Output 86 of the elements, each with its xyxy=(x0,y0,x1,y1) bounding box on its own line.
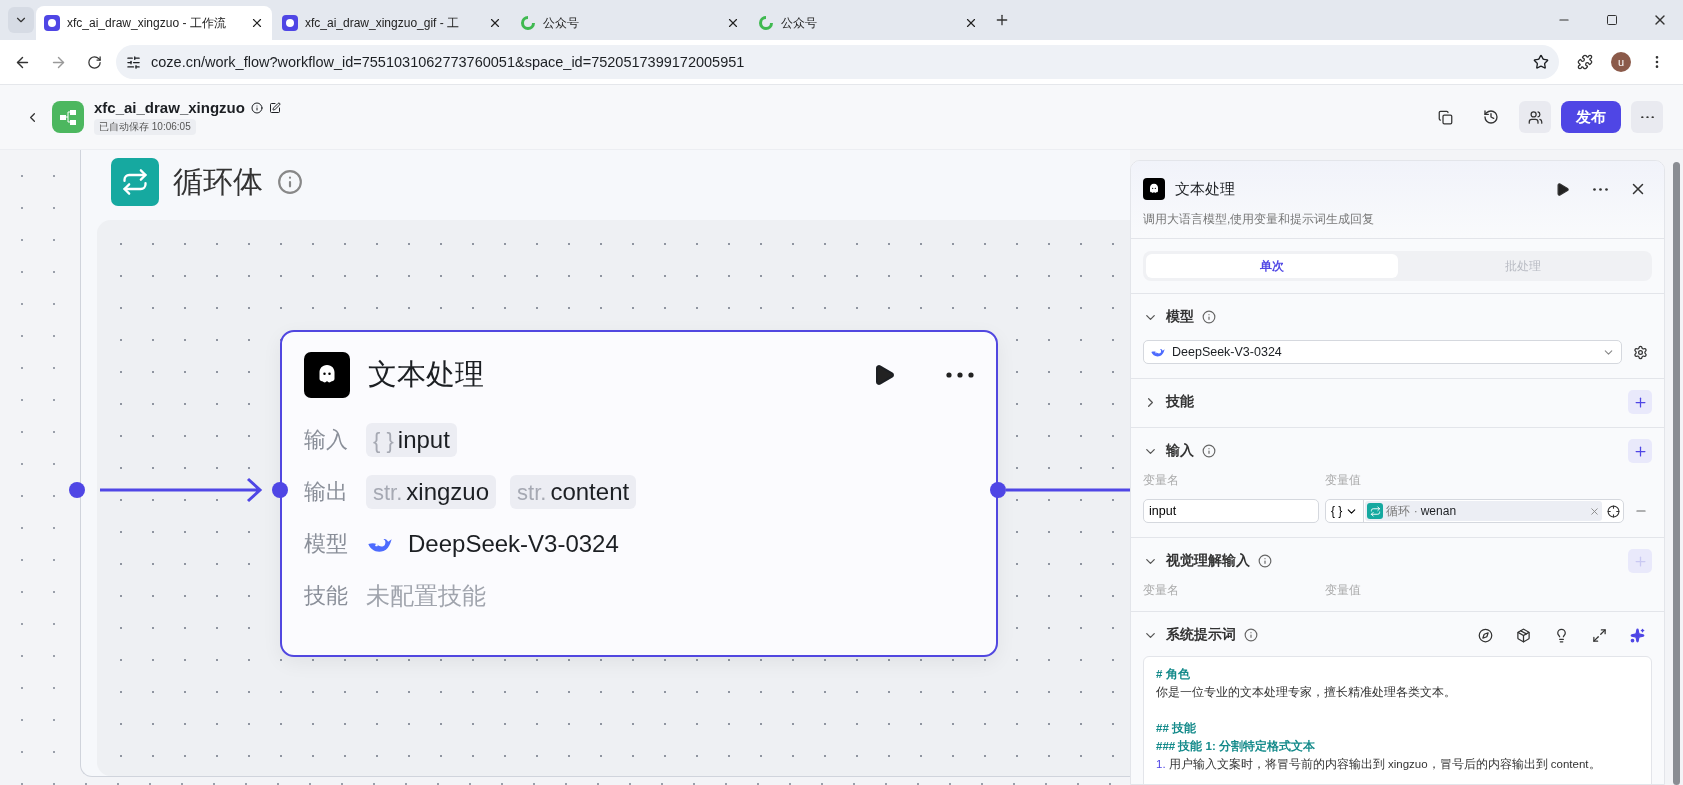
variable-value-field[interactable]: { } 循环 · wenan xyxy=(1325,499,1624,523)
model-select[interactable]: DeepSeek-V3-0324 xyxy=(1143,340,1622,364)
collaborators-button[interactable] xyxy=(1519,101,1551,133)
users-icon xyxy=(1527,109,1543,125)
bookmark-icon xyxy=(1533,54,1549,70)
prompt-list-item: 1. 用户输入文案时，将冒号前的内容输出到 xingzuo，冒号后的内容输出到 content。 xyxy=(1156,757,1602,772)
loop-title: 循环体 xyxy=(173,163,263,200)
section-title: 输入 xyxy=(1166,442,1194,460)
browser-tab[interactable]: 公众号 xyxy=(512,6,748,40)
column-label: 变量名 xyxy=(1143,472,1180,489)
loop-icon xyxy=(111,158,159,206)
plus-icon xyxy=(1632,553,1648,569)
variable-name-field[interactable]: input xyxy=(1143,499,1319,523)
row-label: 输入 xyxy=(304,426,349,454)
empty-value: 未配置技能 xyxy=(366,581,486,611)
variable-tag: { } input xyxy=(366,423,457,457)
swirl-icon xyxy=(758,15,774,31)
mode-tab[interactable]: 单次 xyxy=(1146,254,1398,278)
column-label: 变量值 xyxy=(1325,582,1362,599)
prompt-text: 你是一位专业的文本处理专家，擅长精准处理各类文本。 xyxy=(1156,685,1457,700)
section-title: 视觉理解输入 xyxy=(1166,552,1250,570)
more-icon xyxy=(1592,187,1608,191)
model-name: DeepSeek-V3-0324 xyxy=(408,530,619,558)
column-label: 变量名 xyxy=(1143,582,1180,599)
browser-tab[interactable]: xfc_ai_draw_xingzuo_gif - 工 xyxy=(274,6,510,40)
maximize-icon xyxy=(1606,14,1618,26)
edit-icon xyxy=(268,101,281,114)
browser-tab[interactable]: xfc_ai_draw_xingzuo - 工作流 xyxy=(36,6,272,40)
plus-icon xyxy=(1632,394,1648,410)
add-button[interactable] xyxy=(1628,439,1652,463)
variable-tag: str. content xyxy=(510,475,637,509)
panel-title: 文本处理 xyxy=(1175,179,1236,199)
node-title: 文本处理 xyxy=(368,357,485,392)
browser-tab[interactable]: 公众号 xyxy=(750,6,986,40)
node-card[interactable]: 文本处理 输入 { } input 输出 str. xingzuo str. content 模型 DeepSeek-V3-0324 技能 未配置技能 xyxy=(280,330,998,657)
column-label: 变量值 xyxy=(1325,472,1362,489)
workflow-title: xfc_ai_draw_xingzuo xyxy=(94,99,245,116)
prompt-heading: ## 技能 xyxy=(1156,721,1197,736)
section-title: 模型 xyxy=(1166,308,1194,326)
info-icon xyxy=(277,169,303,195)
sparkles-icon xyxy=(1629,627,1645,643)
close-icon[interactable] xyxy=(964,16,978,30)
scrollbar[interactable] xyxy=(1673,162,1680,785)
plus-icon xyxy=(994,12,1010,28)
play-icon xyxy=(1554,181,1570,197)
variable-tag: str. xingzuo xyxy=(366,475,497,509)
prompt-editor[interactable]: # 角色 你是一位专业的文本处理专家，擅长精准处理各类文本。 ## 技能 ### 技能 1: 分割特定格式文本 1. 用户输入文案时，将冒号前的内容输出到 xingzuo，冒号后的内容输出到 content。 xyxy=(1143,656,1652,784)
row-label: 模型 xyxy=(304,530,349,558)
site-settings-icon xyxy=(126,54,141,70)
app-icon xyxy=(282,15,298,31)
app-icon xyxy=(44,15,60,31)
plus-icon xyxy=(1632,443,1648,459)
puzzle-icon xyxy=(1577,54,1593,70)
compass-icon xyxy=(1477,627,1493,643)
address-bar[interactable]: coze.cn/work_flow?workflow_id=7551031062773760051&space_id=7520517399172005951 xyxy=(116,45,1559,79)
swirl-icon xyxy=(520,15,536,31)
close-icon[interactable] xyxy=(726,16,740,30)
panel-description: 调用大语言模型,使用变量和提示词生成回复 xyxy=(1143,211,1376,228)
variable-reference[interactable]: 循环 · wenan xyxy=(1365,501,1602,521)
port-dot[interactable] xyxy=(69,482,85,498)
publish-button[interactable]: 发布 xyxy=(1561,101,1621,133)
reload-icon xyxy=(86,54,102,70)
section-title: 技能 xyxy=(1166,393,1194,411)
package-icon xyxy=(1515,627,1531,643)
more-icon xyxy=(946,372,974,378)
row-label: 输出 xyxy=(304,478,349,506)
more-icon xyxy=(1640,115,1654,119)
target-icon xyxy=(1606,504,1620,518)
close-icon[interactable] xyxy=(250,16,264,30)
workflow-logo-icon xyxy=(52,101,84,133)
prompt-heading: # 角色 xyxy=(1156,667,1191,682)
loop-icon xyxy=(1367,503,1384,519)
history-icon xyxy=(1483,109,1499,125)
row-label: 技能 xyxy=(304,582,349,610)
profile-avatar[interactable]: u xyxy=(1611,52,1631,72)
clear-icon[interactable] xyxy=(1589,505,1600,517)
close-icon[interactable] xyxy=(488,16,502,30)
info-icon xyxy=(250,101,263,114)
section-title: 系统提示词 xyxy=(1166,626,1236,644)
settings-icon xyxy=(1632,344,1648,360)
prompt-heading: ### 技能 1: 分割特定格式文本 xyxy=(1156,738,1316,754)
expand-icon xyxy=(1591,627,1607,643)
type-select[interactable]: { } xyxy=(1326,500,1365,522)
save-status: 已自动保存 10:06:05 xyxy=(94,119,196,135)
add-button[interactable] xyxy=(1628,390,1652,414)
copy-icon xyxy=(1437,109,1453,125)
